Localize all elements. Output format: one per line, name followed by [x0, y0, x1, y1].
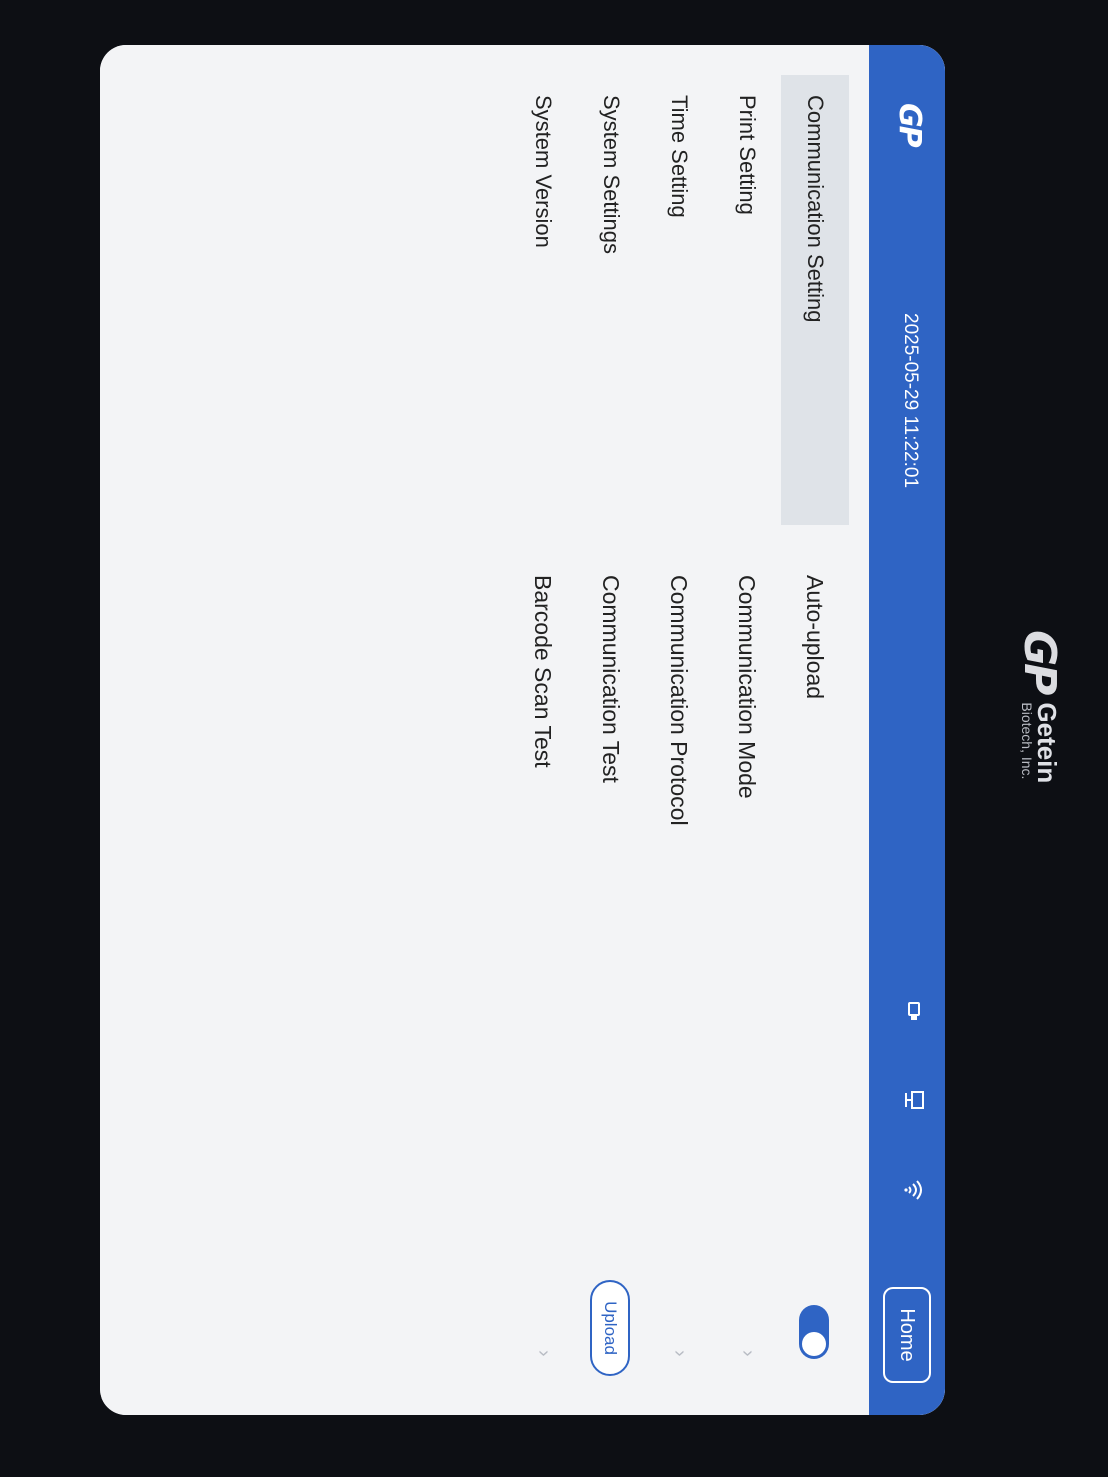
brand-name: Getein [1032, 702, 1062, 784]
chevron-right-icon: › [533, 1350, 555, 1357]
sidebar-item-system-version[interactable]: System Version [509, 75, 577, 525]
chevron-right-icon: › [737, 1350, 759, 1357]
home-button[interactable]: Home [883, 1287, 931, 1383]
top-bar: GP 2025-05-29 11:22:01 Home [869, 45, 945, 1415]
auto-upload-toggle[interactable] [799, 1305, 829, 1359]
settings-sidebar: Communication Setting Print Setting Time… [100, 45, 869, 525]
chevron-right-icon: › [669, 1350, 691, 1357]
sidebar-item-print-setting[interactable]: Print Setting [713, 75, 781, 525]
device-screen: GP 2025-05-29 11:22:01 Home Communicatio… [100, 45, 945, 1415]
setting-row-communication-protocol[interactable]: Communication Protocol › [645, 575, 713, 1415]
brand-logo: GP [1014, 630, 1066, 693]
usb-icon [897, 995, 927, 1025]
setting-row-communication-mode[interactable]: Communication Mode › [713, 575, 781, 1415]
brand-subtitle: Biotech, Inc. [1019, 702, 1035, 780]
setting-row-communication-test: Communication Test Upload [577, 575, 645, 1415]
setting-row-barcode-scan-test[interactable]: Barcode Scan Test › [509, 575, 577, 1415]
network-icon [897, 1085, 927, 1115]
setting-label: Communication Test [598, 575, 625, 783]
setting-label: Auto-upload [802, 575, 829, 700]
settings-screen: GP 2025-05-29 11:22:01 Home Communicatio… [100, 45, 945, 1415]
sidebar-item-communication-setting[interactable]: Communication Setting [781, 75, 849, 525]
setting-label: Communication Protocol [666, 575, 693, 826]
upload-button[interactable]: Upload [590, 1280, 630, 1376]
setting-row-auto-upload: Auto-upload [781, 575, 849, 1415]
toggle-knob [802, 1332, 826, 1356]
status-icons [897, 995, 927, 1205]
app-logo: GP [892, 103, 927, 146]
settings-panel: Auto-upload Communication Mode › Communi… [100, 575, 869, 1415]
sidebar-item-time-setting[interactable]: Time Setting [645, 75, 713, 525]
device-brand: GP Getein Biotech, Inc. [1010, 630, 1070, 890]
setting-label: Communication Mode [734, 575, 761, 799]
clock: 2025-05-29 11:22:01 [900, 313, 921, 489]
setting-label: Barcode Scan Test [530, 575, 557, 768]
wifi-icon [897, 1175, 927, 1205]
sidebar-item-system-settings[interactable]: System Settings [577, 75, 645, 525]
